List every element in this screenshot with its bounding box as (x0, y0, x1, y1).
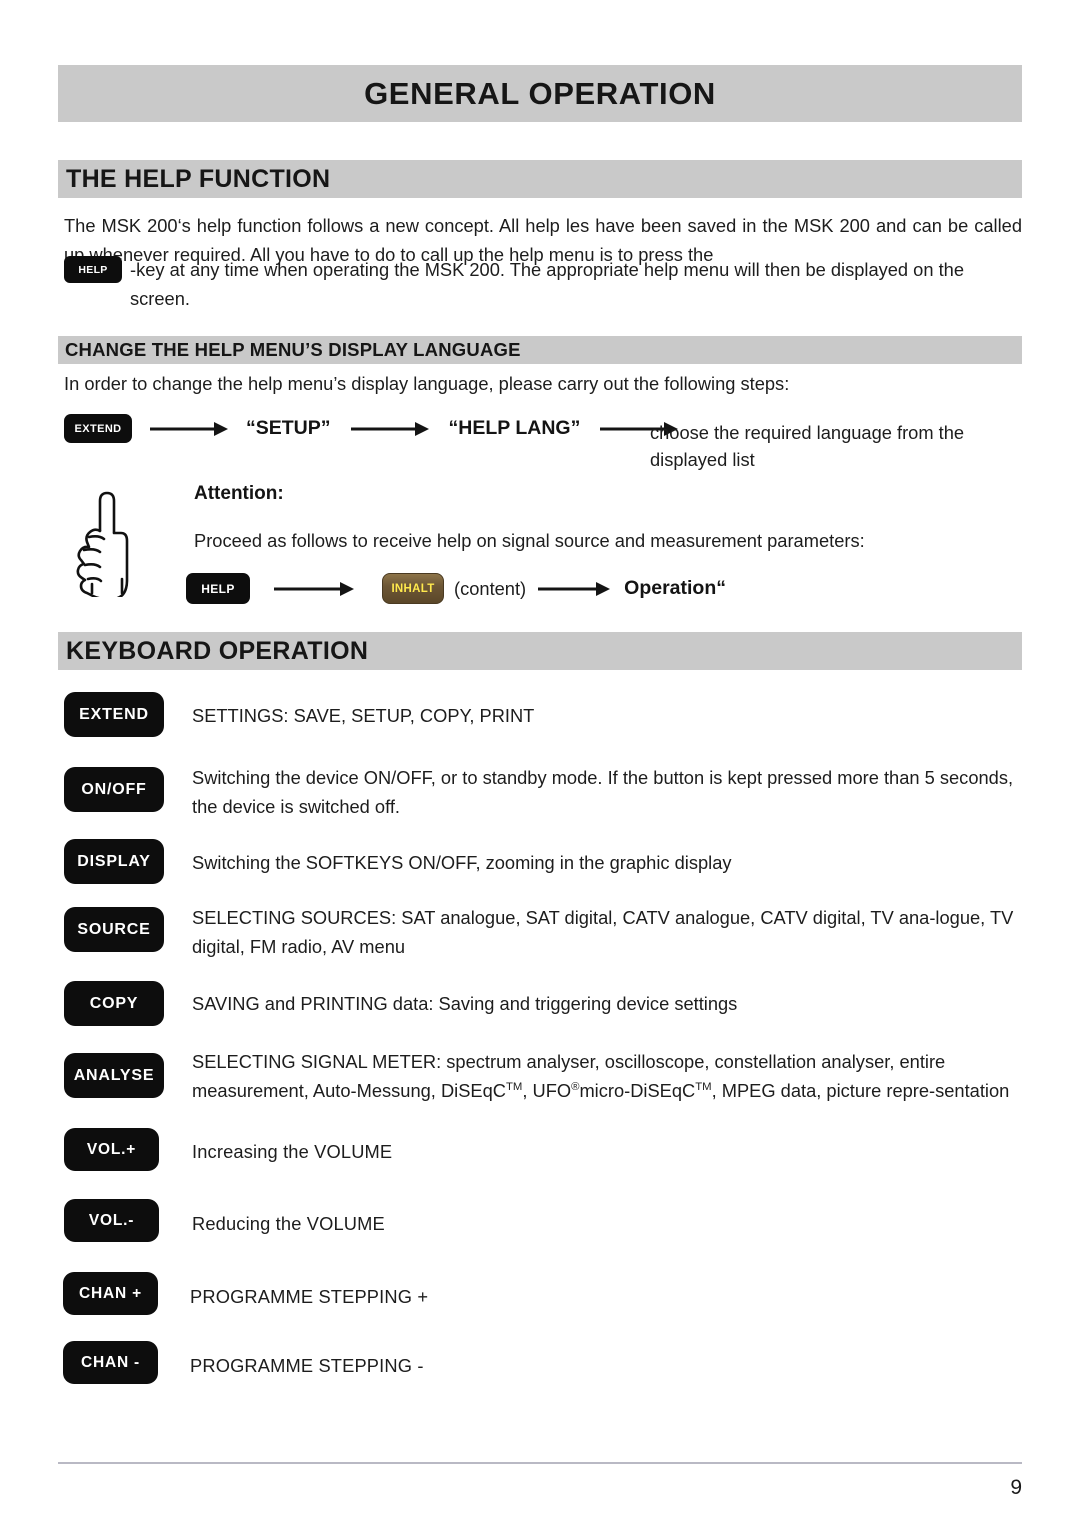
key-on-off-description: Switching the device ON/OFF, or to stand… (192, 767, 1014, 817)
section-heading-help-function: THE HELP FUNCTION (58, 160, 1022, 198)
key-channel-down[interactable]: CHAN - (63, 1341, 158, 1384)
help-function-paragraph-part2: -key at any time when operating the MSK … (130, 259, 965, 309)
page-title: GENERAL OPERATION (364, 75, 716, 111)
flow-step-help-lang: “HELP LANG” (448, 417, 581, 439)
key-on-off[interactable]: ON/OFF (64, 767, 164, 812)
key-channel-down-description: PROGRAMME STEPPING - (190, 1355, 424, 1376)
change-language-intro: In order to change the help menu’s displ… (64, 373, 790, 394)
key-volume-up[interactable]: VOL.+ (64, 1128, 159, 1171)
key-channel-up-description: PROGRAMME STEPPING + (190, 1286, 429, 1307)
flow-step-setup: “SETUP” (246, 417, 331, 439)
trademark-mark: TM (505, 1080, 523, 1093)
key-volume-up-description: Increasing the VOLUME (192, 1141, 393, 1162)
attention-title: Attention: (194, 483, 284, 504)
attention-flow: HELP INHALT (content) Operation“ (186, 573, 726, 604)
keyboard-row: CHAN - (63, 1341, 158, 1384)
page-number: 9 (1010, 1476, 1022, 1499)
attention-flow-result: Operation“ (624, 577, 726, 599)
inhalt-content-note: (content) (454, 577, 527, 599)
flow-result-line2: displayed list (650, 449, 755, 470)
key-copy[interactable]: COPY (64, 981, 164, 1026)
arrow-right-icon (150, 421, 228, 437)
keyboard-row: SOURCE (64, 907, 164, 952)
extend-key-flow[interactable]: EXTEND (64, 414, 132, 443)
inline-help-key-wrap: HELP (64, 256, 122, 283)
keyboard-row: ANALYSE (64, 1053, 164, 1098)
subsection-heading-change-language: CHANGE THE HELP MENU’S DISPLAY LANGUAGE (58, 336, 1022, 364)
key-channel-up[interactable]: CHAN + (63, 1272, 158, 1315)
key-display-description: Switching the SOFTKEYS ON/OFF, zooming i… (192, 852, 732, 873)
keyboard-row: CHAN + (63, 1272, 158, 1315)
keyboard-row: DISPLAY (64, 839, 164, 884)
key-extend-description: SETTINGS: SAVE, SETUP, COPY, PRINT (192, 705, 535, 726)
section-heading-keyboard-operation-label: KEYBOARD OPERATION (66, 636, 369, 665)
pointing-hand-icon (66, 487, 140, 601)
key-source[interactable]: SOURCE (64, 907, 164, 952)
key-display[interactable]: DISPLAY (64, 839, 164, 884)
key-volume-down-description: Reducing the VOLUME (192, 1213, 385, 1234)
page-title-bar: GENERAL OPERATION (58, 65, 1022, 122)
help-key-flow[interactable]: HELP (186, 573, 250, 604)
change-language-flow: EXTEND “SETUP” “HELP LANG” (64, 414, 679, 443)
arrow-right-icon (274, 581, 354, 597)
keyboard-row: VOL.+ (64, 1128, 159, 1171)
keyboard-row: EXTEND (64, 692, 164, 737)
document-page: GENERAL OPERATION THE HELP FUNCTION The … (0, 0, 1080, 1524)
key-analyse-desc-post: , MPEG data, picture repre-sentation (711, 1080, 1010, 1101)
footer-rule (58, 1462, 1022, 1464)
key-analyse-desc-mid2: micro-DiSEqC (579, 1080, 696, 1101)
subsection-heading-change-language-label: CHANGE THE HELP MENU’S DISPLAY LANGUAGE (65, 339, 521, 360)
attention-text: Proceed as follows to receive help on si… (194, 530, 865, 551)
key-extend[interactable]: EXTEND (64, 692, 164, 737)
arrow-right-icon (538, 581, 611, 597)
trademark-mark: TM (695, 1080, 712, 1093)
key-analyse-description: SELECTING SIGNAL METER: spectrum analyse… (192, 1047, 1022, 1105)
key-copy-description: SAVING and PRINTING data: Saving and tri… (192, 993, 738, 1014)
keyboard-row: VOL.- (64, 1199, 159, 1242)
flow-result-line1: choose the required language from the (650, 422, 965, 443)
key-analyse[interactable]: ANALYSE (64, 1053, 164, 1098)
keyboard-row: ON/OFF (64, 767, 164, 812)
key-volume-down[interactable]: VOL.- (64, 1199, 159, 1242)
key-analyse-desc-mid: , UFO (522, 1080, 572, 1101)
key-source-description: SELECTING SOURCES: SAT analogue, SAT dig… (192, 907, 1014, 957)
keyboard-row: COPY (64, 981, 164, 1026)
arrow-right-icon (350, 421, 429, 437)
inhalt-key[interactable]: INHALT (382, 573, 444, 604)
section-heading-keyboard-operation: KEYBOARD OPERATION (58, 632, 1022, 670)
help-key-inline[interactable]: HELP (64, 256, 122, 283)
section-heading-help-function-label: THE HELP FUNCTION (66, 164, 331, 193)
